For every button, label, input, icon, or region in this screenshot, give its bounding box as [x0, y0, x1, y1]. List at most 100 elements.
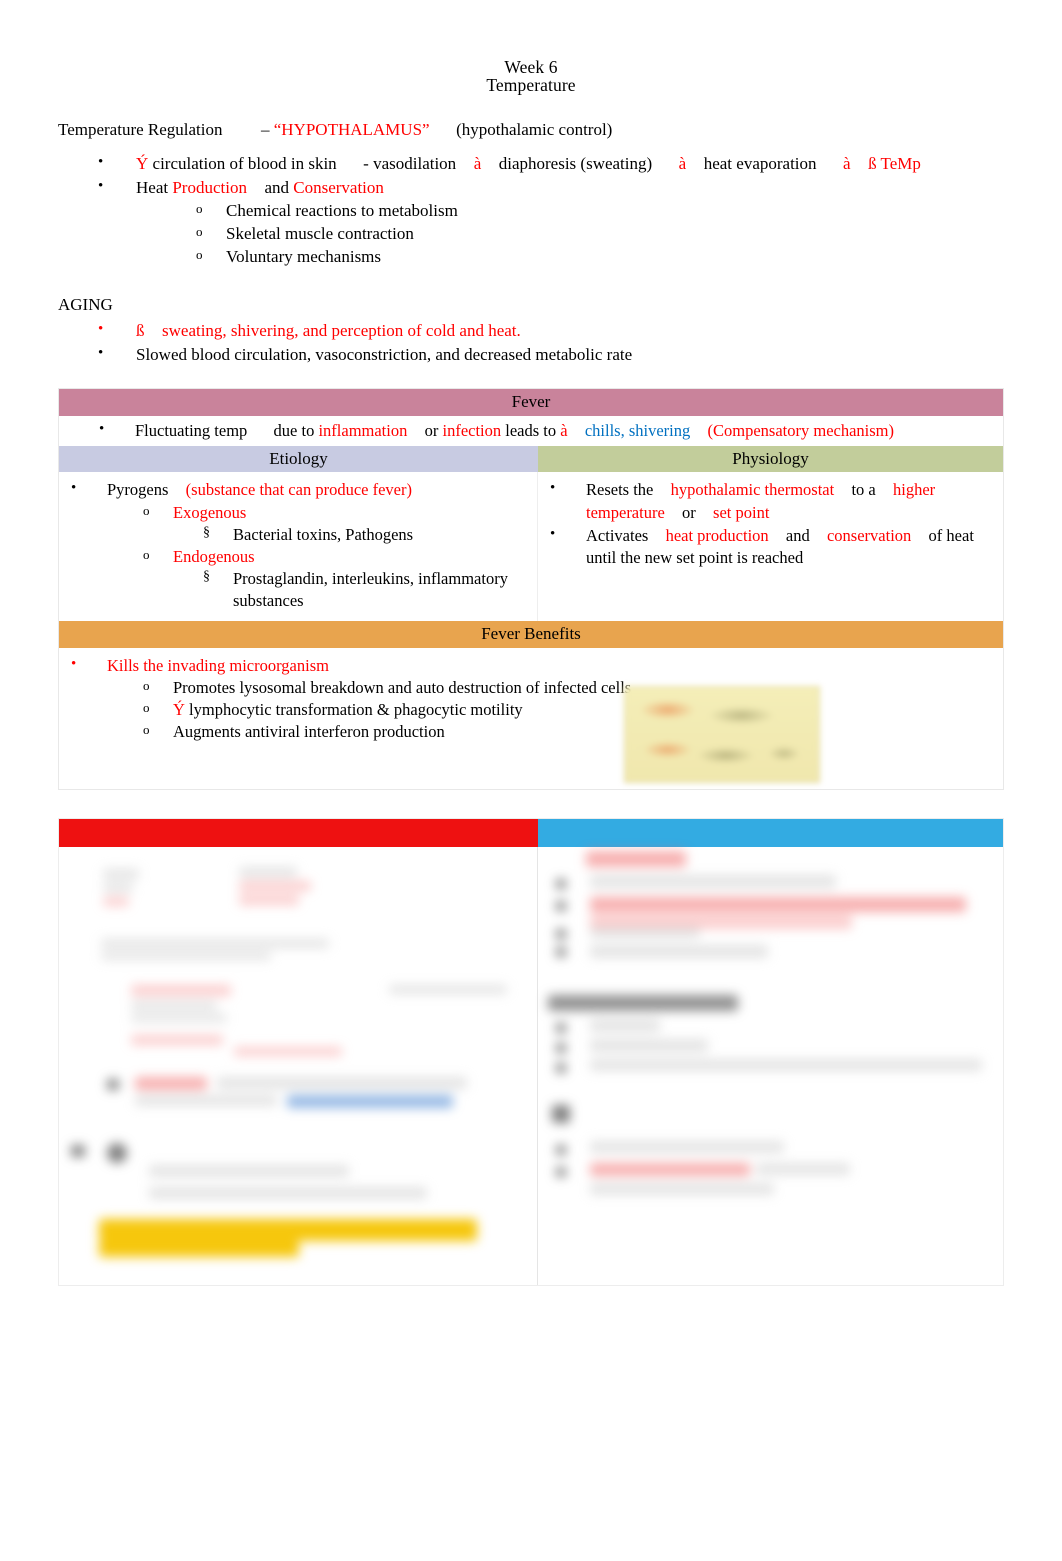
heat-sub-item: Skeletal muscle contraction [196, 223, 1004, 246]
physiology-list: Resets the hypothalamic thermostat to a … [538, 478, 997, 569]
arrow-icon-3: à [843, 154, 851, 174]
kills-microorganism-text: Kills the invading microorganism [107, 655, 329, 675]
hypothalamic-control-paren: (hypothalamic control) [456, 120, 613, 140]
intro-dash: – [261, 120, 270, 140]
benefits-list: Kills the invading microorganism Promote… [59, 654, 997, 743]
fluct-text-2: due to [273, 420, 315, 440]
endogenous-detail: Prostaglandin, interleukins, inflammator… [203, 568, 531, 612]
pyrogens-definition: (substance that can produce fever) [185, 480, 412, 500]
regulation-bullet-list: Ý circulation of blood in skin - vasodil… [58, 152, 1004, 268]
title-line-1: Week 6 [504, 57, 558, 77]
aging-text-2: Slowed blood circulation, vasoconstricti… [136, 344, 633, 364]
document-body: Temperature Regulation – “HYPOTHALAMUS” … [0, 119, 1062, 366]
production-term: Production [172, 178, 247, 198]
physiology-column: Resets the hypothalamic thermostat to a … [538, 472, 1003, 621]
heat-sub-item: Chemical reactions to metabolism [196, 200, 1004, 223]
arrow-icon-1: à [473, 154, 482, 174]
regulation-bullet-2: Heat Production and Conservation Chemica… [98, 176, 1004, 268]
etiology-header: Etiology [59, 445, 538, 473]
exogenous-detail: Bacterial toxins, Pathogens [203, 524, 531, 546]
fever-table: Fever Fluctuating temp due to inflammati… [58, 388, 1004, 790]
aging-bullet-list: ß sweating, shivering, and perception of… [58, 319, 1004, 367]
pyrogens-label: Pyrogens [107, 480, 169, 500]
fever-benefits-cell: Kills the invading microorganism Promote… [59, 648, 1003, 789]
reg-text-4: heat evaporation [703, 154, 817, 174]
physiology-bullet-2: Activates heat production and conservati… [550, 524, 997, 569]
endogenous-detail-list: Prostaglandin, interleukins, inflammator… [173, 568, 531, 612]
heat-production-term: heat production [665, 525, 769, 545]
chills-shivering-term: chills, shivering [584, 420, 691, 440]
document-page: Week 6 Temperature Temperature Regulatio… [0, 0, 1062, 1561]
reg-text-temp: TeMp [880, 154, 921, 174]
fever-content-row: Pyrogens (substance that can produce fev… [59, 472, 1003, 622]
fever-fluctuating-row: Fluctuating temp due to inflammation or … [59, 416, 1003, 446]
resets-or: or [682, 502, 696, 522]
benefit-item-1: Promotes lysosomal breakdown and auto de… [143, 677, 997, 699]
fluct-text-3: leads to [505, 420, 557, 440]
up-arrow-icon: Ý [173, 699, 185, 719]
reg-text-1: circulation of blood in skin [152, 154, 337, 174]
activates-pre: Activates [586, 525, 649, 545]
aging-bullet-2: Slowed blood circulation, vasoconstricti… [98, 343, 1004, 367]
physiology-header: Physiology [538, 445, 1003, 473]
temperature-regulation-label: Temperature Regulation [58, 120, 223, 140]
down-arrow-icon: ß [868, 154, 877, 174]
title-line-2: Temperature [486, 75, 576, 96]
compensatory-mechanism-note: (Compensatory mechanism) [707, 420, 895, 440]
redacted-content-left [59, 847, 537, 1285]
redacted-table-headers [59, 818, 1003, 847]
aging-text-1: sweating, shivering, and perception of c… [162, 320, 521, 340]
redacted-pane-right [538, 847, 1003, 1285]
exogenous-label: Exogenous [173, 502, 247, 522]
pyrogens-sub-list: Exogenous Bacterial toxins, Pathogens En… [107, 502, 531, 613]
infection-term: infection [442, 420, 502, 440]
aging-heading: AGING [58, 295, 113, 315]
heat-label: Heat [136, 178, 169, 198]
conservation-term-2: conservation [826, 525, 912, 545]
fluctuating-list: Fluctuating temp due to inflammation or … [59, 419, 1003, 442]
regulation-bullet-1: Ý circulation of blood in skin - vasodil… [98, 152, 1004, 176]
redacted-header-left [59, 818, 538, 847]
resets-pre: Resets the [586, 480, 654, 500]
resets-mid: to a [851, 480, 876, 500]
physiology-bullet-1: Resets the hypothalamic thermostat to a … [550, 478, 997, 523]
inflammation-term: inflammation [318, 420, 408, 440]
endogenous-item: Endogenous Prostaglandin, interleukins, … [143, 546, 531, 612]
or-label: or [424, 420, 439, 440]
etiology-cell: Pyrogens (substance that can produce fev… [59, 472, 537, 621]
temperature-regulation-line: Temperature Regulation – “HYPOTHALAMUS” … [58, 119, 1004, 141]
etiology-column: Pyrogens (substance that can produce fev… [59, 472, 538, 622]
conservation-term: Conservation [293, 178, 384, 198]
benefits-main-bullet: Kills the invading microorganism Promote… [71, 654, 997, 743]
fever-header-band: Fever [59, 389, 1003, 416]
down-arrow-icon: ß [136, 320, 145, 340]
benefits-sub-list: Promotes lysosomal breakdown and auto de… [107, 677, 997, 743]
reg-text-3: diaphoresis (sweating) [498, 154, 653, 174]
physiology-cell: Resets the hypothalamic thermostat to a … [538, 472, 1003, 577]
benefit-text-1: Promotes lysosomal breakdown and auto de… [173, 677, 632, 697]
benefit-text-2: lymphocytic transformation & phagocytic … [189, 699, 523, 719]
document-title-block: Week 6 Temperature [0, 0, 1062, 94]
hypothalamic-thermostat-term: hypothalamic thermostat [670, 480, 835, 500]
arrow-icon-2: à [678, 154, 687, 174]
hypothalamus-term: “HYPOTHALAMUS” [273, 120, 430, 140]
sticky-note-image [624, 685, 820, 783]
fluctuating-bullet: Fluctuating temp due to inflammation or … [99, 419, 1003, 442]
endogenous-label: Endogenous [173, 546, 255, 566]
up-arrow-icon: Ý [136, 154, 149, 174]
arrow-icon: à [560, 420, 568, 440]
redacted-header-right [538, 818, 1003, 847]
reg-text-2: - vasodilation [363, 154, 457, 174]
redacted-content-right [538, 847, 1003, 1285]
heat-sub-item: Voluntary mechanisms [196, 246, 1004, 269]
set-point-term: set point [713, 502, 770, 522]
redacted-pane-left [59, 846, 538, 1285]
redacted-table-panes [59, 846, 1003, 1285]
fever-benefits-header: Fever Benefits [59, 621, 1003, 648]
and-label: and [264, 178, 289, 198]
activates-and: and [785, 525, 810, 545]
pyrogens-bullet: Pyrogens (substance that can produce fev… [71, 478, 531, 613]
benefit-text-3: Augments antiviral interferon production [173, 722, 445, 741]
fever-column-headers: Etiology Physiology [59, 445, 1003, 473]
heat-sub-list: Chemical reactions to metabolism Skeleta… [136, 200, 1004, 268]
